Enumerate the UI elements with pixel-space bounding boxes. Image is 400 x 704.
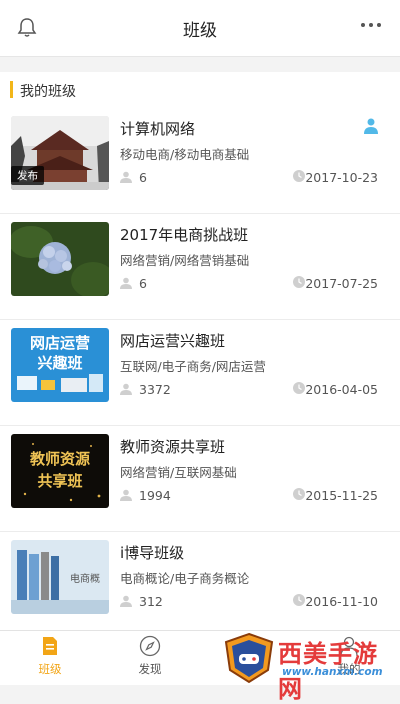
members-icon [120, 489, 132, 501]
class-name: 网店运营兴趣班 [120, 332, 226, 350]
class-row[interactable]: 电商概 i博导班级 电商概论/电子商务概论 312 2016-11-10 [0, 532, 400, 638]
tab-label: 发现 [138, 662, 162, 676]
app-header: 班级 [0, 0, 400, 57]
watermark-url: www.hanxm.com [282, 666, 383, 678]
more-icon[interactable] [360, 20, 382, 30]
section-accent-bar [10, 81, 13, 98]
page-title: 班级 [183, 21, 217, 41]
watermark: 西美手游网 www.hanxm.com [222, 632, 400, 703]
thumb-text: 兴趣班 [37, 354, 82, 372]
clock-icon [293, 488, 305, 500]
class-icon [43, 637, 57, 655]
member-count: 1994 [139, 488, 171, 503]
class-thumbnail: 网店运营 兴趣班 [11, 328, 109, 402]
thumb-text: 网店运营 [30, 334, 90, 352]
user-icon[interactable] [364, 118, 378, 134]
class-name: 教师资源共享班 [120, 438, 226, 456]
class-date: 2017-10-23 [305, 170, 378, 185]
shield-logo-icon [224, 632, 274, 684]
class-thumbnail: 电商概 [11, 540, 109, 614]
class-row[interactable]: 发布 计算机网络 移动电商/移动电商基础 6 2017-10-23 [0, 108, 400, 214]
member-count: 312 [139, 594, 163, 609]
members-icon [120, 171, 132, 183]
thumb-text: 共享班 [37, 472, 82, 490]
members-icon [120, 595, 132, 607]
class-thumbnail: 教师资源 共享班 [11, 434, 109, 508]
class-list: 发布 计算机网络 移动电商/移动电商基础 6 2017-10-23 2017年电… [0, 108, 400, 638]
compass-icon [139, 635, 161, 657]
tab-label: 班级 [38, 662, 62, 676]
member-count: 6 [139, 276, 147, 291]
clock-icon [293, 276, 305, 288]
class-row[interactable]: 网店运营 兴趣班 网店运营兴趣班 互联网/电子商务/网店运营 3372 2016… [0, 320, 400, 426]
clock-icon [293, 170, 305, 182]
class-category: 移动电商/移动电商基础 [120, 147, 250, 162]
tab-class[interactable]: 班级 [20, 635, 80, 677]
thumb-text: 电商概 [70, 572, 100, 585]
class-row[interactable]: 2017年电商挑战班 网络营销/网络营销基础 6 2017-07-25 [0, 214, 400, 320]
clock-icon [293, 382, 305, 394]
class-category: 网络营销/网络营销基础 [120, 253, 250, 268]
class-thumbnail [11, 222, 109, 296]
members-icon [120, 277, 132, 289]
member-count: 6 [139, 170, 147, 185]
section-title: 我的班级 [20, 84, 76, 100]
class-date: 2016-11-10 [305, 594, 378, 609]
class-name: i博导班级 [120, 544, 185, 562]
class-row[interactable]: 教师资源 共享班 教师资源共享班 网络营销/互联网基础 1994 2015-11… [0, 426, 400, 532]
thumb-text: 教师资源 [29, 450, 90, 468]
class-date: 2016-04-05 [305, 382, 378, 397]
publish-badge: 发布 [11, 166, 44, 185]
class-date: 2015-11-25 [305, 488, 378, 503]
members-icon [120, 383, 132, 395]
section-header: 我的班级 [0, 72, 400, 108]
tab-discover[interactable]: 发现 [120, 635, 180, 677]
class-name: 2017年电商挑战班 [120, 226, 249, 244]
class-name: 计算机网络 [120, 120, 196, 138]
class-category: 电商概论/电子商务概论 [120, 571, 250, 586]
class-category: 网络营销/互联网基础 [120, 465, 237, 480]
class-date: 2017-07-25 [305, 276, 378, 291]
class-category: 互联网/电子商务/网店运营 [120, 359, 266, 374]
member-count: 3372 [139, 382, 171, 397]
clock-icon [293, 594, 305, 606]
